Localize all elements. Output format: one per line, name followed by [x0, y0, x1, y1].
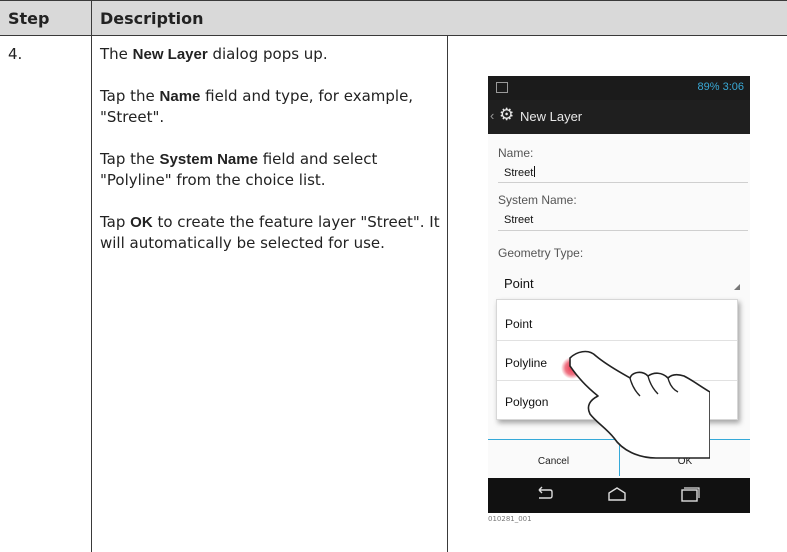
dialog-title: New Layer: [520, 109, 583, 124]
touch-hand-icon: [561, 350, 710, 459]
image-icon: [496, 82, 508, 93]
home-icon[interactable]: [606, 485, 628, 505]
navigation-bar: [488, 478, 750, 513]
system-name-underline: [498, 230, 748, 231]
action-bar: ‹ ⚙ New Layer: [488, 100, 750, 134]
dropdown-option-point[interactable]: Point: [505, 317, 532, 331]
geometry-type-label: Geometry Type:: [498, 246, 584, 260]
name-label: Name:: [498, 146, 534, 160]
recent-apps-icon[interactable]: [678, 485, 700, 505]
status-bar: 89% 3:06: [488, 76, 750, 100]
system-name-field[interactable]: Street: [504, 214, 533, 226]
description-paragraph: The New Layer dialog pops up.: [100, 45, 328, 63]
header-description: Description: [100, 9, 204, 28]
back-icon[interactable]: [533, 485, 555, 505]
gear-icon: ⚙: [499, 105, 515, 124]
description-paragraph: Tap the Name field and type, for example…: [100, 87, 414, 126]
description-paragraph: Tap the System Name field and select "Po…: [100, 150, 378, 189]
dropdown-option-polygon[interactable]: Polygon: [505, 395, 548, 409]
step-description: The New Layer dialog pops up. Tap the Na…: [100, 44, 440, 275]
header-step: Step: [8, 9, 50, 28]
step-number: 4.: [8, 45, 23, 63]
back-chevron-icon[interactable]: ‹: [490, 108, 494, 123]
dropdown-arrow-icon: [734, 284, 740, 290]
figure-id: 010281_001: [488, 515, 532, 523]
column-divider: [91, 0, 92, 552]
dropdown-option-polyline[interactable]: Polyline: [505, 356, 547, 370]
name-underline: [498, 182, 748, 183]
option-divider: [497, 340, 737, 341]
table-header: Step Description: [0, 0, 787, 36]
text-cursor: [534, 166, 536, 177]
name-field[interactable]: Street: [504, 166, 536, 179]
system-name-label: System Name:: [498, 193, 577, 207]
battery-clock: 89% 3:06: [697, 81, 744, 93]
description-paragraph: Tap OK to create the feature layer "Stre…: [100, 213, 440, 252]
geometry-type-select[interactable]: Point: [504, 276, 534, 291]
column-divider: [447, 36, 448, 552]
